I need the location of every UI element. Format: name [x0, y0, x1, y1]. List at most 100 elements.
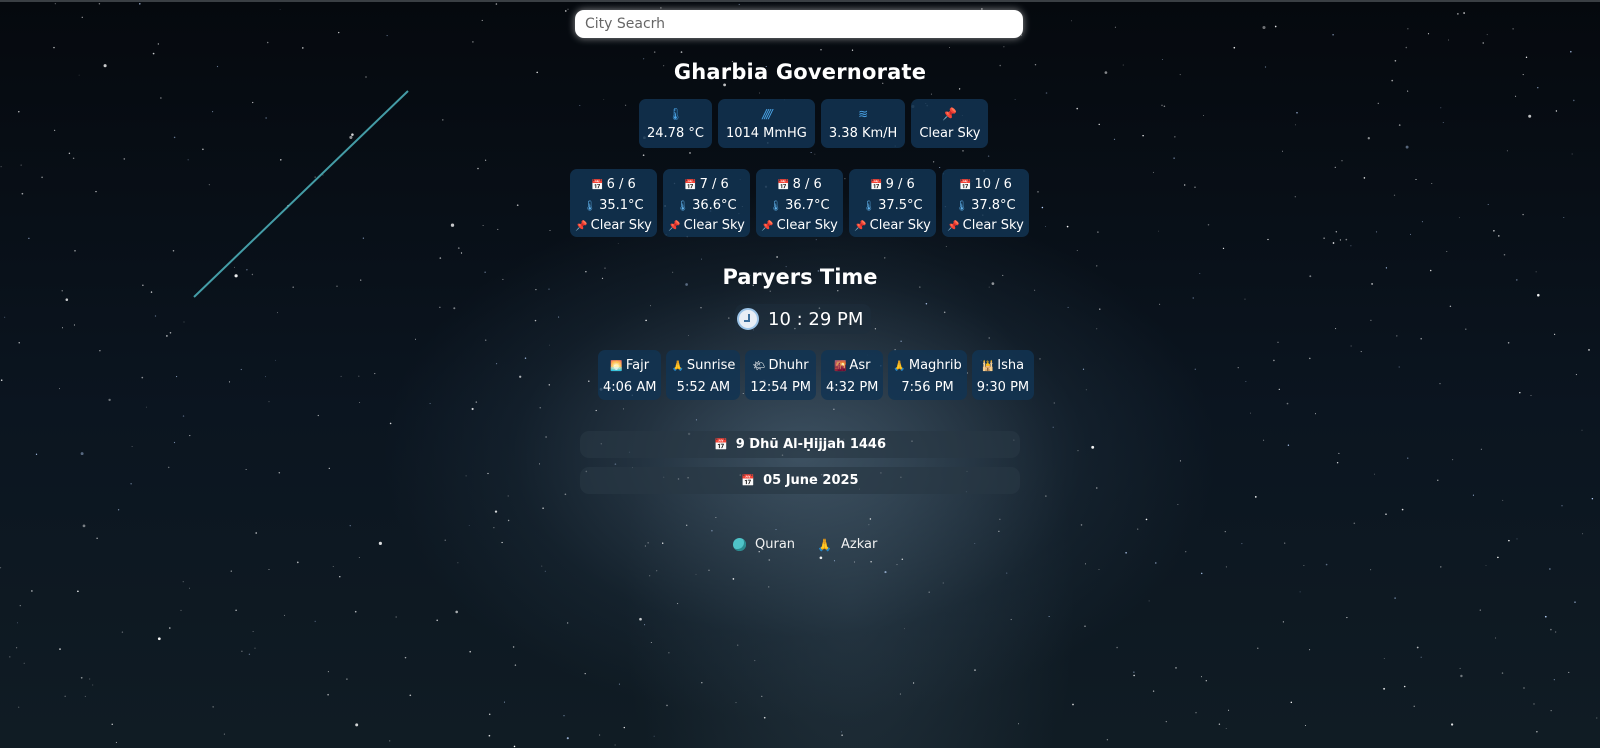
calendar-icon: 📅 — [741, 474, 756, 487]
star — [442, 119, 444, 121]
star — [1457, 13, 1459, 15]
star — [1407, 457, 1409, 459]
pin-icon: 📌 — [854, 221, 867, 232]
star — [1161, 104, 1163, 107]
star — [1446, 251, 1448, 253]
star — [1066, 225, 1069, 228]
star — [763, 716, 766, 719]
star — [1525, 56, 1528, 58]
star — [1145, 518, 1148, 521]
star — [80, 452, 84, 456]
star — [99, 350, 101, 352]
star — [265, 117, 267, 119]
star — [1345, 238, 1348, 241]
star — [182, 415, 185, 417]
star — [332, 565, 334, 567]
city-search-box[interactable] — [575, 10, 1023, 38]
star — [0, 379, 3, 381]
star — [1045, 495, 1047, 497]
star — [933, 161, 935, 163]
star — [738, 3, 740, 5]
star — [395, 616, 397, 618]
city-search-input[interactable] — [575, 10, 1023, 38]
star — [180, 609, 182, 611]
star — [1084, 625, 1086, 627]
star — [1385, 513, 1387, 515]
star — [810, 152, 812, 153]
star — [1571, 153, 1573, 155]
azkar-link[interactable]: 🙏 Azkar — [817, 537, 877, 552]
star — [18, 110, 20, 113]
forecast-card: 📅 9 / 6 🌡 37.5°C 📌 Clear Sky — [849, 169, 936, 237]
star — [701, 681, 703, 684]
star — [485, 159, 487, 161]
star — [1098, 123, 1100, 126]
star — [544, 570, 546, 572]
star — [1096, 487, 1098, 489]
star — [549, 344, 550, 346]
star — [1085, 563, 1086, 565]
quran-link[interactable]: Quran — [733, 537, 795, 552]
star — [20, 164, 22, 166]
star — [1459, 667, 1461, 669]
azkar-icon: 🙏 — [817, 537, 832, 552]
star — [488, 713, 491, 716]
star — [930, 93, 932, 95]
thermometer-icon: 🌡 — [769, 200, 783, 212]
star — [484, 339, 487, 341]
star — [1099, 308, 1101, 310]
forecast-sky: Clear Sky — [869, 218, 931, 233]
wind-card: ≋ 3.38 Km/H — [820, 99, 906, 148]
star — [1034, 289, 1036, 291]
wind-icon: ≋ — [858, 107, 869, 121]
star — [1262, 25, 1266, 30]
star — [1106, 739, 1109, 741]
star — [728, 317, 730, 319]
star — [1116, 646, 1118, 649]
star — [9, 656, 11, 658]
star — [1537, 293, 1540, 297]
star — [754, 660, 756, 662]
star — [266, 41, 269, 44]
star — [183, 321, 185, 323]
star — [212, 706, 214, 708]
star — [1076, 250, 1078, 252]
star — [988, 337, 990, 339]
star — [277, 312, 278, 314]
star — [1591, 497, 1594, 500]
star — [512, 646, 515, 648]
star — [644, 624, 646, 626]
star — [1431, 182, 1433, 184]
star — [1407, 90, 1409, 92]
star — [516, 204, 519, 207]
star — [1200, 572, 1203, 575]
sky-value: Clear Sky — [919, 126, 981, 141]
star — [1225, 727, 1227, 729]
star — [1309, 649, 1311, 651]
star — [618, 683, 620, 685]
star — [735, 702, 737, 704]
star — [287, 205, 289, 207]
star — [0, 166, 2, 168]
star — [565, 10, 567, 12]
star — [64, 695, 66, 697]
star — [1163, 105, 1166, 108]
star — [1263, 439, 1265, 441]
star — [265, 376, 266, 378]
star — [98, 3, 101, 5]
star — [1554, 631, 1557, 633]
star — [497, 228, 499, 230]
star — [833, 408, 835, 410]
wind-value: 3.38 Km/H — [828, 126, 898, 141]
prayer-card-fajr: 🌅 Fajr 4:06 AM — [598, 350, 662, 400]
star — [429, 402, 431, 405]
star — [1588, 349, 1590, 351]
prayer-name: Fajr — [625, 358, 650, 373]
star — [1458, 217, 1460, 219]
star — [173, 441, 176, 444]
star — [1394, 597, 1396, 599]
star — [457, 247, 460, 249]
star — [31, 590, 33, 592]
star — [1097, 231, 1099, 233]
prayer-time: 7:56 PM — [901, 380, 954, 395]
